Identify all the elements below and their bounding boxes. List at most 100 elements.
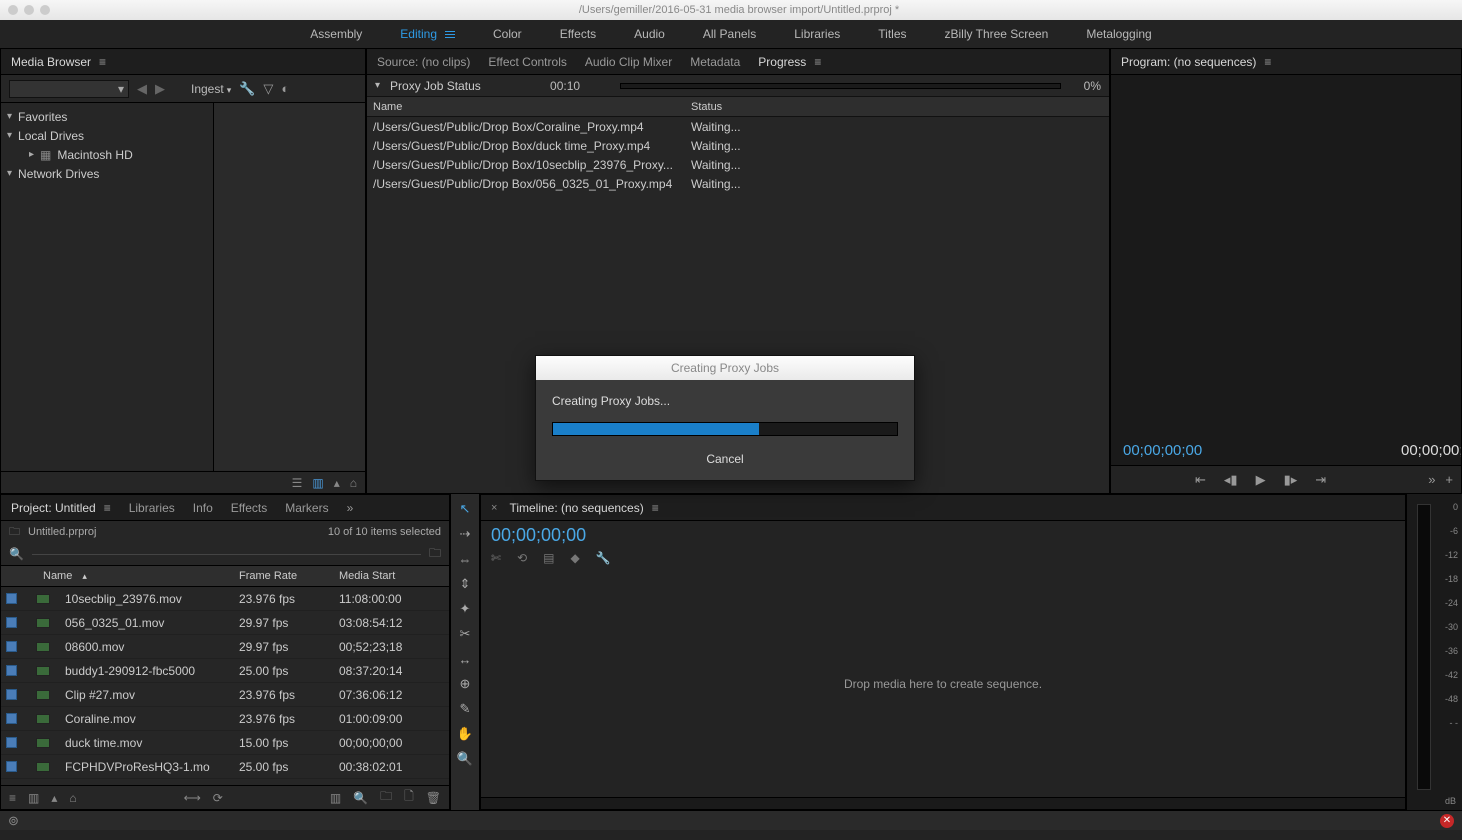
automate-icon[interactable]: ▥ (330, 791, 341, 805)
tab-source[interactable]: Source: (no clips) (377, 55, 470, 69)
col-header-status[interactable]: Status (685, 97, 1109, 116)
workspace-zbilly[interactable]: zBilly Three Screen (945, 27, 1049, 41)
zoom-tool-icon[interactable]: 🔍 (456, 750, 474, 768)
panel-menu-icon[interactable]: ≡ (1264, 55, 1271, 69)
col-header-framerate[interactable]: Frame Rate (239, 566, 339, 586)
tree-macintosh-hd[interactable]: ▸▦Macintosh HD (1, 145, 213, 164)
razor-tool-icon[interactable]: ✂ (456, 625, 474, 643)
row-checkbox[interactable] (6, 617, 17, 628)
workspace-metalogging[interactable]: Metalogging (1086, 27, 1151, 41)
tab-project[interactable]: Project: Untitled ≡ (11, 501, 111, 515)
project-row[interactable]: 056_0325_01.mov29.97 fps03:08:54:12 (1, 611, 449, 635)
project-row[interactable]: 08600.mov29.97 fps00;52;23;18 (1, 635, 449, 659)
project-row[interactable]: buddy1-290912-fbc500025.00 fps08:37:20:1… (1, 659, 449, 683)
mark-in-icon[interactable]: ⇤ (1195, 472, 1206, 488)
pen-tool-icon[interactable]: ✎ (456, 700, 474, 718)
search-icon[interactable]: 🔍 (9, 547, 24, 561)
progress-row[interactable]: /Users/Guest/Public/Drop Box/056_0325_01… (367, 174, 1109, 193)
workspace-assembly[interactable]: Assembly (310, 27, 362, 41)
play-icon[interactable]: ▶ (1256, 472, 1266, 488)
disclosure-icon[interactable]: ▾ (375, 80, 380, 91)
ripple-tool-icon[interactable]: ⇔ (456, 550, 474, 568)
rolling-tool-icon[interactable]: ⇕ (456, 575, 474, 593)
row-checkbox[interactable] (6, 689, 17, 700)
tab-audio-mixer[interactable]: Audio Clip Mixer (585, 55, 672, 69)
snap-icon[interactable]: ✄ (491, 551, 501, 565)
tab-media-browser[interactable]: Media Browser ≡ (11, 55, 106, 69)
new-item-icon[interactable]: 🗋 (404, 787, 414, 808)
freeform-icon[interactable]: ▴ (51, 791, 57, 805)
mark-out-icon[interactable]: ⇥ (1315, 472, 1326, 488)
tab-metadata[interactable]: Metadata (690, 55, 740, 69)
ingest-toggle[interactable]: Ingest (191, 82, 231, 96)
progress-row[interactable]: /Users/Guest/Public/Drop Box/10secblip_2… (367, 155, 1109, 174)
tab-overflow-icon[interactable]: » (347, 501, 354, 515)
workspace-editing[interactable]: Editing (400, 27, 455, 41)
marker-icon[interactable]: ◆ (570, 551, 579, 565)
project-row[interactable]: duck time.mov15.00 fps00;00;00;00 (1, 731, 449, 755)
marker-add-icon[interactable]: ▤ (543, 551, 554, 565)
col-header-name[interactable]: Name (367, 97, 685, 116)
refresh-icon[interactable]: ⟳ (213, 791, 223, 805)
workspace-allpanels[interactable]: All Panels (703, 27, 756, 41)
panel-menu-icon[interactable]: ≡ (652, 501, 659, 515)
row-checkbox[interactable] (6, 665, 17, 676)
project-row[interactable]: 10secblip_23976.mov23.976 fps11:08:00:00 (1, 587, 449, 611)
workspace-color[interactable]: Color (493, 27, 522, 41)
progress-row[interactable]: /Users/Guest/Public/Drop Box/Coraline_Pr… (367, 117, 1109, 136)
folder-icon[interactable]: ⌂ (350, 476, 357, 490)
error-icon[interactable]: ✕ (1440, 814, 1454, 828)
row-checkbox[interactable] (6, 737, 17, 748)
tree-network-drives[interactable]: ▾Network Drives (1, 164, 213, 183)
add-icon[interactable]: + (1445, 472, 1453, 487)
program-timecode[interactable]: 00;00;00;00 (1123, 442, 1202, 459)
workspace-audio[interactable]: Audio (634, 27, 665, 41)
timeline-drop-area[interactable]: Drop media here to create sequence. (481, 570, 1405, 797)
tab-program[interactable]: Program: (no sequences) ≡ (1121, 55, 1271, 69)
search-input[interactable] (32, 554, 421, 555)
overflow-icon[interactable]: » (1428, 472, 1435, 487)
nav-back-icon[interactable]: ◀ (137, 81, 147, 97)
panel-menu-icon[interactable]: ≡ (814, 55, 821, 69)
tab-effects[interactable]: Effects (231, 501, 267, 515)
row-checkbox[interactable] (6, 761, 17, 772)
workspace-effects[interactable]: Effects (560, 27, 596, 41)
icon-view-icon[interactable]: ▥ (28, 791, 39, 805)
step-fwd-icon[interactable]: ▮▸ (1284, 472, 1298, 488)
wrench-icon[interactable]: 🔧 (239, 81, 255, 97)
timeline-timecode[interactable]: 00;00;00;00 (481, 521, 1405, 546)
slide-tool-icon[interactable]: ⊕ (456, 675, 474, 693)
selection-tool-icon[interactable]: ↖ (456, 500, 474, 518)
find-icon[interactable]: ◐ (281, 81, 289, 96)
tab-libraries[interactable]: Libraries (129, 501, 175, 515)
tree-favorites[interactable]: ▾Favorites (1, 107, 213, 126)
tab-progress[interactable]: Progress ≡ (758, 55, 821, 69)
workspace-titles[interactable]: Titles (878, 27, 906, 41)
find-icon[interactable]: 🔍 (353, 791, 368, 805)
cancel-button[interactable]: Cancel (694, 448, 755, 470)
close-icon[interactable]: × (491, 502, 497, 514)
sort-icon[interactable]: ▴ (334, 476, 340, 490)
creative-cloud-icon[interactable]: ⊚ (8, 813, 19, 829)
new-bin-icon[interactable]: 🗀 (380, 787, 392, 808)
media-browser-dropdown[interactable]: ▾ (9, 80, 129, 98)
rate-tool-icon[interactable]: ✦ (456, 600, 474, 618)
workspace-libraries[interactable]: Libraries (794, 27, 840, 41)
workspace-menu-icon[interactable] (445, 31, 455, 38)
home-icon[interactable]: ⌂ (69, 791, 76, 805)
nav-fwd-icon[interactable]: ▶ (155, 81, 165, 97)
filter-icon[interactable]: ▽ (263, 81, 273, 97)
step-back-icon[interactable]: ◂▮ (1224, 472, 1238, 488)
list-view-icon[interactable]: ≡ (9, 791, 16, 805)
col-header-name[interactable]: Name (29, 566, 239, 586)
bin-filter-icon[interactable]: 🗀 (429, 544, 441, 565)
tab-effect-controls[interactable]: Effect Controls (488, 55, 566, 69)
project-row[interactable]: FCPHDVProResHQ3-1.mo25.00 fps00:38:02:01 (1, 755, 449, 779)
project-row[interactable]: Clip #27.mov23.976 fps07:36:06:12 (1, 683, 449, 707)
col-header-mediastart[interactable]: Media Start (339, 566, 449, 586)
progress-row[interactable]: /Users/Guest/Public/Drop Box/duck time_P… (367, 136, 1109, 155)
project-row[interactable]: Coraline.mov23.976 fps01:00:09:00 (1, 707, 449, 731)
trash-icon[interactable]: 🗑 (426, 791, 441, 805)
row-checkbox[interactable] (6, 593, 17, 604)
tree-local-drives[interactable]: ▾Local Drives (1, 126, 213, 145)
